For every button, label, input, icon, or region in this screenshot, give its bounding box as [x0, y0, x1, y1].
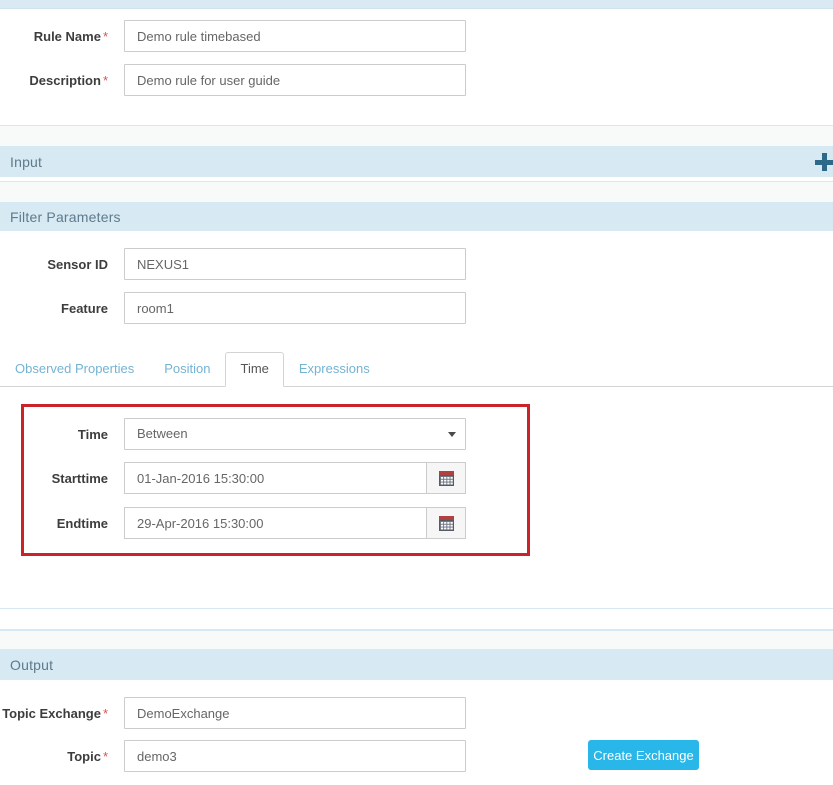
topic-exchange-required-marker: *: [102, 705, 108, 721]
feature-input[interactable]: [124, 292, 466, 324]
sensor-id-label: Sensor ID: [47, 256, 108, 272]
starttime-calendar-button[interactable]: [426, 462, 466, 494]
calendar-icon: [438, 515, 454, 531]
topic-required-marker: *: [102, 748, 108, 764]
tab-position[interactable]: Position: [149, 352, 225, 387]
filter-parameters-title: Filter Parameters: [10, 209, 121, 225]
sensor-id-input[interactable]: [124, 248, 466, 280]
topic-row: Topic *: [0, 739, 833, 773]
tab-time[interactable]: Time: [225, 352, 284, 387]
output-section-title: Output: [10, 657, 54, 673]
starttime-label: Starttime: [51, 470, 108, 486]
tab-observed-properties[interactable]: Observed Properties: [0, 352, 149, 387]
rule-name-input[interactable]: [124, 20, 466, 52]
feature-row: Feature: [0, 291, 833, 325]
starttime-input[interactable]: [124, 462, 426, 494]
filter-parameters-header: Filter Parameters: [0, 203, 833, 231]
topic-exchange-label-text: Topic Exchange: [2, 705, 101, 721]
description-required-marker: *: [102, 72, 108, 88]
rule-name-label: Rule Name *: [0, 29, 124, 44]
topic-exchange-label: Topic Exchange *: [0, 706, 124, 721]
topic-exchange-input[interactable]: [124, 697, 466, 729]
topic-label-text: Topic: [67, 748, 101, 764]
endtime-input[interactable]: [124, 507, 426, 539]
rule-name-required-marker: *: [102, 28, 108, 44]
feature-label: Feature: [61, 300, 108, 316]
description-row: Description *: [0, 63, 833, 97]
description-input[interactable]: [124, 64, 466, 96]
separator-band-white: [0, 608, 833, 630]
add-input-plus-icon[interactable]: [811, 149, 833, 175]
separator-band-above-input: [0, 125, 833, 147]
endtime-calendar-button[interactable]: [426, 507, 466, 539]
description-label: Description *: [0, 73, 124, 88]
output-section-header: Output: [0, 650, 833, 680]
tab-expressions[interactable]: Expressions: [284, 352, 385, 387]
input-section-title: Input: [10, 154, 43, 170]
time-label: Time: [77, 426, 108, 442]
endtime-group: [124, 507, 466, 539]
create-exchange-button[interactable]: Create Exchange: [588, 740, 699, 770]
rule-name-label-text: Rule Name: [33, 28, 101, 44]
top-accent-strip: [0, 0, 833, 9]
time-condition-selected-value[interactable]: Between: [124, 418, 466, 450]
endtime-row: Endtime: [0, 506, 833, 540]
calendar-icon: [438, 470, 454, 486]
separator-band-below-input: [0, 181, 833, 203]
rule-name-row: Rule Name *: [0, 19, 833, 53]
topic-exchange-row: Topic Exchange *: [0, 696, 833, 730]
filter-tabs: Observed Properties Position Time Expres…: [0, 352, 833, 387]
topic-input[interactable]: [124, 740, 466, 772]
starttime-group: [124, 462, 466, 494]
time-condition-row: Time Between: [0, 417, 833, 451]
endtime-label: Endtime: [56, 515, 108, 531]
input-section-header: Input: [0, 147, 833, 177]
sensor-id-row: Sensor ID: [0, 247, 833, 281]
time-condition-select[interactable]: Between: [124, 418, 466, 450]
separator-band-above-output: [0, 630, 833, 650]
topic-label: Topic *: [0, 749, 124, 764]
starttime-row: Starttime: [0, 461, 833, 495]
description-label-text: Description: [29, 72, 101, 88]
